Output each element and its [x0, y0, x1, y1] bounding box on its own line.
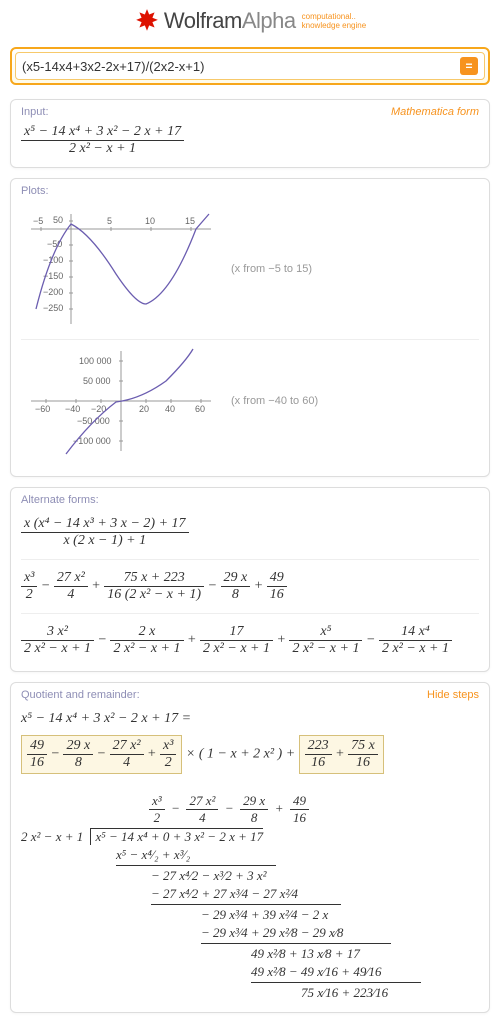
plot-1: −551015 50−50−100−150−200−250 [21, 209, 221, 329]
svg-text:40: 40 [165, 404, 175, 414]
pod-alternate-forms: Alternate forms: x (x⁴ − 14 x³ + 3 x − 2… [10, 487, 490, 672]
svg-text:−40: −40 [65, 404, 80, 414]
long-division: x³2 − 27 x²4 − 29 x8 + 4916 2 x² − x + 1… [21, 792, 479, 1002]
altform-2: x³2 − 27 x²4 + 75 x + 22316 (2 x² − x + … [21, 566, 479, 607]
qr-equation-lhs: x⁵ − 14 x⁴ + 3 x² − 2 x + 17 = [21, 707, 479, 731]
svg-text:15: 15 [185, 216, 195, 226]
svg-text:50: 50 [53, 215, 63, 225]
pod-title: Input: [21, 106, 49, 118]
pod-plots: Plots: −551015 50−50−100−150−200−250 (x … [10, 178, 490, 477]
hide-steps-link[interactable]: Hide steps [427, 689, 479, 701]
search-bar: = [10, 47, 490, 85]
pod-title: Alternate forms: [21, 494, 99, 506]
svg-text:10: 10 [145, 216, 155, 226]
altform-3: 3 x²2 x² − x + 1 − 2 x2 x² − x + 1 + 172… [21, 620, 479, 661]
logo[interactable]: WolframAlpha computational..knowledge en… [134, 8, 366, 34]
altform-1: x (x⁴ − 14 x³ + 3 x − 2) + 17x (2 x − 1)… [21, 512, 479, 553]
pod-input: Input: Mathematica form x⁵ − 14 x⁴ + 3 x… [10, 99, 490, 168]
svg-text:60: 60 [195, 404, 205, 414]
query-input[interactable] [22, 59, 460, 74]
plot-2-caption: (x from −40 to 60) [231, 395, 318, 407]
submit-button[interactable]: = [460, 57, 478, 75]
svg-text:−5: −5 [33, 216, 43, 226]
pod-title: Plots: [21, 185, 49, 197]
svg-text:−50 000: −50 000 [77, 416, 110, 426]
header: WolframAlpha computational..knowledge en… [0, 0, 500, 41]
svg-text:5: 5 [107, 216, 112, 226]
svg-text:20: 20 [139, 404, 149, 414]
spikey-icon [134, 8, 160, 34]
svg-text:−250: −250 [43, 303, 63, 313]
qr-result: 4916 − 29 x8 − 27 x²4 + x³2 × ( 1 − x + … [21, 731, 479, 778]
pod-quotient-remainder: Quotient and remainder: Hide steps x⁵ − … [10, 682, 490, 1013]
pod-title: Quotient and remainder: [21, 689, 140, 701]
mathematica-form-link[interactable]: Mathematica form [391, 106, 479, 118]
input-expression: x⁵ − 14 x⁴ + 3 x² − 2 x + 17 2 x² − x + … [11, 120, 489, 167]
svg-text:−60: −60 [35, 404, 50, 414]
plot-2: −60−40−20204060 100 00050 000−50 000−100… [21, 346, 221, 456]
plot-1-caption: (x from −5 to 15) [231, 263, 312, 275]
svg-text:100 000: 100 000 [79, 356, 112, 366]
svg-text:−200: −200 [43, 287, 63, 297]
svg-text:50 000: 50 000 [83, 376, 111, 386]
